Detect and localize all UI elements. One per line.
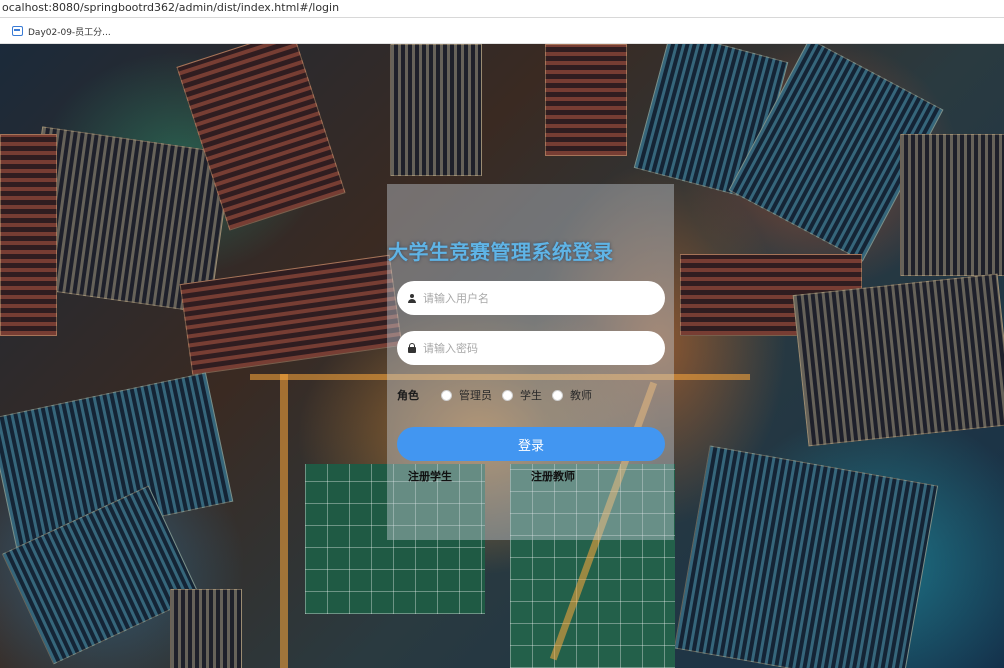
user-icon [405,293,419,303]
bookmark-item[interactable]: Day02-09-员工分... [12,23,111,39]
building [390,44,482,176]
building [545,44,627,156]
building [170,589,242,668]
address-bar[interactable]: ocalhost:8080/springbootrd362/admin/dist… [0,0,1004,18]
bookmarks-bar: Day02-09-员工分... [0,18,1004,44]
radio-circle[interactable] [552,389,563,401]
role-radio-student[interactable]: 学生 [502,387,542,403]
password-field[interactable] [397,331,665,365]
bookmark-label: Day02-09-员工分... [28,27,111,38]
role-radio-teacher[interactable]: 教师 [552,387,592,403]
bookmark-icon [12,26,23,36]
role-option-label: 管理员 [459,389,492,402]
role-selector: 角色 管理员 学生 教师 [397,386,602,404]
register-teacher-link[interactable]: 注册教师 [531,468,575,484]
login-button[interactable]: 登录 [397,427,665,461]
login-title: 大学生竞赛管理系统登录 [388,240,614,264]
password-input[interactable] [421,340,655,356]
register-student-link[interactable]: 注册学生 [408,468,452,484]
url-text: ocalhost:8080/springbootrd362/admin/dist… [2,1,340,14]
radio-circle[interactable] [502,389,513,401]
username-input[interactable] [421,290,655,306]
role-radio-admin[interactable]: 管理员 [441,387,492,403]
role-label: 角色 [397,389,419,402]
username-field[interactable] [397,281,665,315]
building [673,445,939,668]
role-option-label: 学生 [520,389,542,402]
building [0,134,57,336]
lock-icon [405,343,419,353]
building [792,273,1004,447]
radio-circle[interactable] [441,389,452,401]
building [900,134,1004,276]
road [280,374,288,668]
role-option-label: 教师 [570,389,592,402]
